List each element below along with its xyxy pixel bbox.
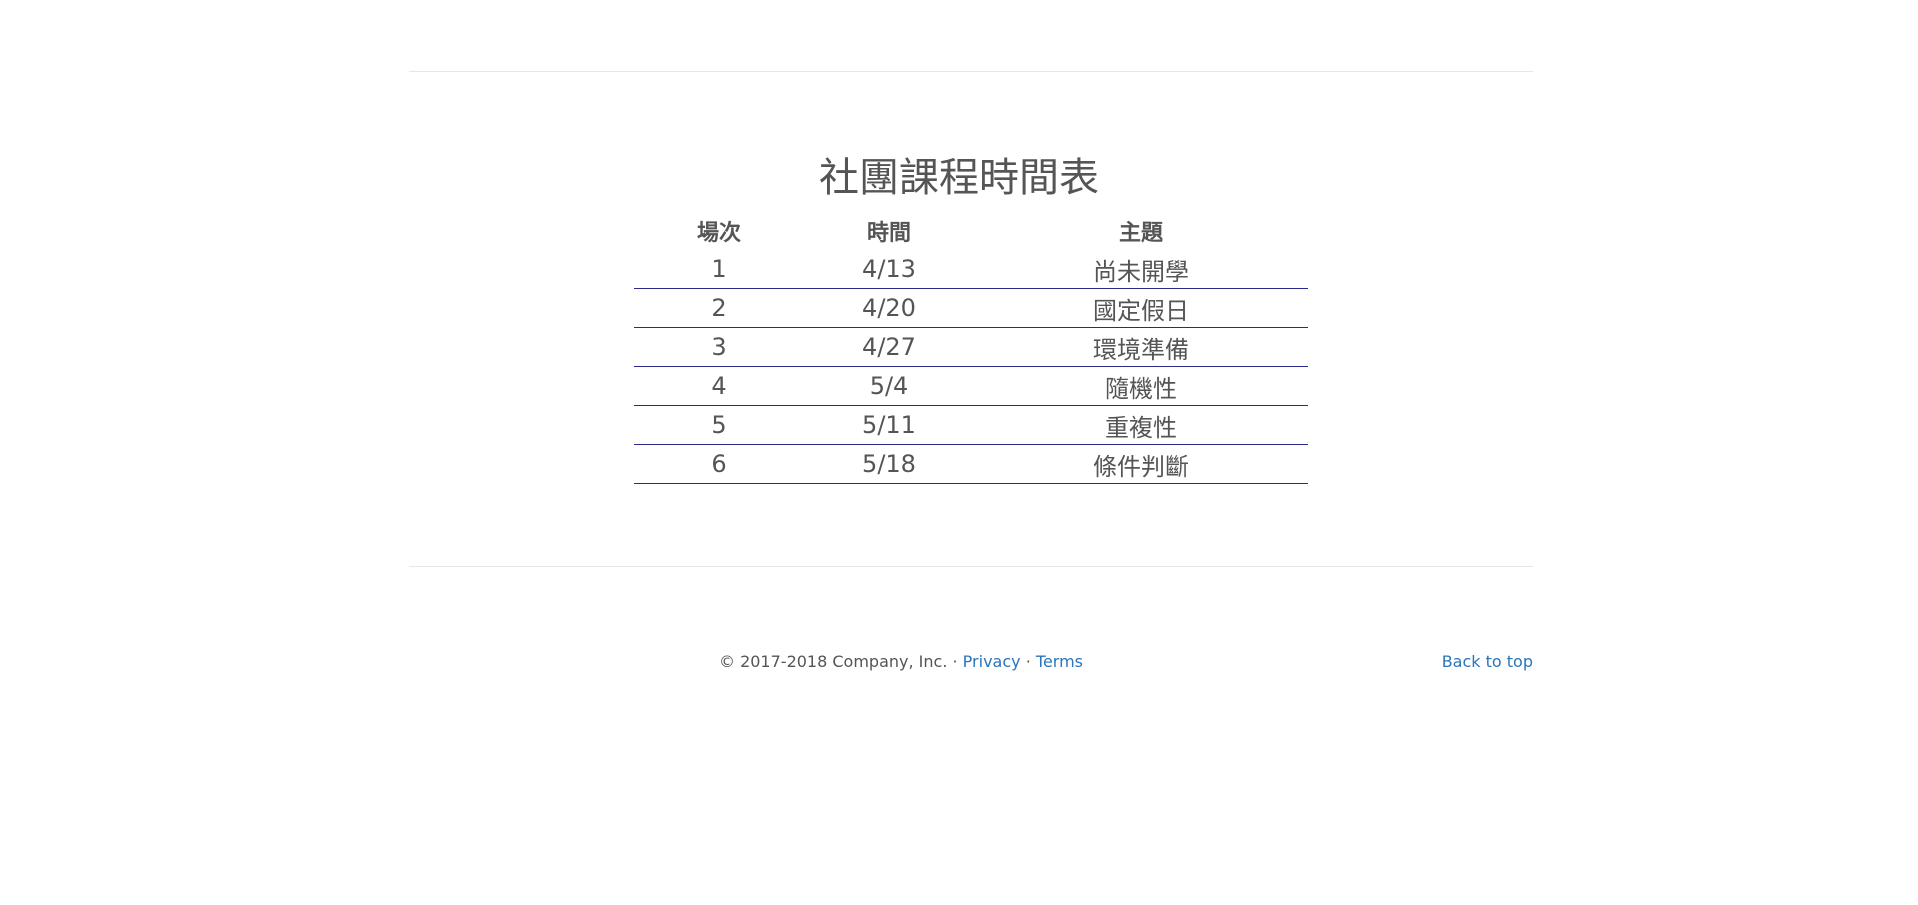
page-title: 社團課程時間表 — [819, 155, 1099, 201]
header-session: 場次 — [696, 221, 741, 246]
cell-date: 5/4 — [804, 366, 974, 406]
back-to-top-link[interactable]: Back to top — [1442, 650, 1533, 674]
cell-date: 5/11 — [804, 405, 974, 445]
footer-copyright-line: © 2017-2018 Company, Inc. · Privacy · Te… — [339, 650, 1463, 674]
table-row: 5 5/11 重複性 — [634, 405, 1308, 445]
cell-topic: 環境準備 — [974, 327, 1308, 367]
schedule-table: 場次 時間 主題 1 4/13 尚未開學 2 4/20 國定假日 3 4/27 … — [634, 212, 1308, 484]
cell-session: 4 — [634, 366, 804, 406]
cell-topic: 尚未開學 — [974, 250, 1308, 289]
table-row: 1 4/13 尚未開學 — [634, 250, 1308, 289]
table-row: 6 5/18 條件判斷 — [634, 444, 1308, 484]
table-row: 2 4/20 國定假日 — [634, 288, 1308, 328]
header-date: 時間 — [866, 221, 911, 246]
terms-link[interactable]: Terms — [1036, 652, 1083, 671]
table-row: 4 5/4 隨機性 — [634, 366, 1308, 406]
footer-separator: · — [1025, 652, 1031, 671]
footer: © 2017-2018 Company, Inc. · Privacy · Te… — [409, 650, 1533, 674]
cell-topic: 條件判斷 — [974, 444, 1308, 484]
cell-session: 6 — [634, 444, 804, 484]
cell-session: 2 — [634, 288, 804, 328]
cell-date: 5/18 — [804, 444, 974, 484]
copyright-text: © 2017-2018 Company, Inc. · — [718, 652, 958, 671]
cell-topic: 隨機性 — [974, 366, 1308, 406]
privacy-link[interactable]: Privacy — [963, 652, 1021, 671]
table-row: 3 4/27 環境準備 — [634, 327, 1308, 367]
cell-session: 5 — [634, 405, 804, 445]
cell-session: 1 — [634, 250, 804, 289]
cell-topic: 重複性 — [974, 405, 1308, 445]
cell-date: 4/27 — [804, 327, 974, 367]
table-header-row: 場次 時間 主題 — [634, 212, 1308, 250]
header-topic: 主題 — [1118, 221, 1163, 246]
bottom-divider — [409, 566, 1533, 567]
cell-date: 4/20 — [804, 288, 974, 328]
cell-date: 4/13 — [804, 250, 974, 289]
top-divider — [409, 71, 1533, 72]
cell-session: 3 — [634, 327, 804, 367]
cell-topic: 國定假日 — [974, 288, 1308, 328]
